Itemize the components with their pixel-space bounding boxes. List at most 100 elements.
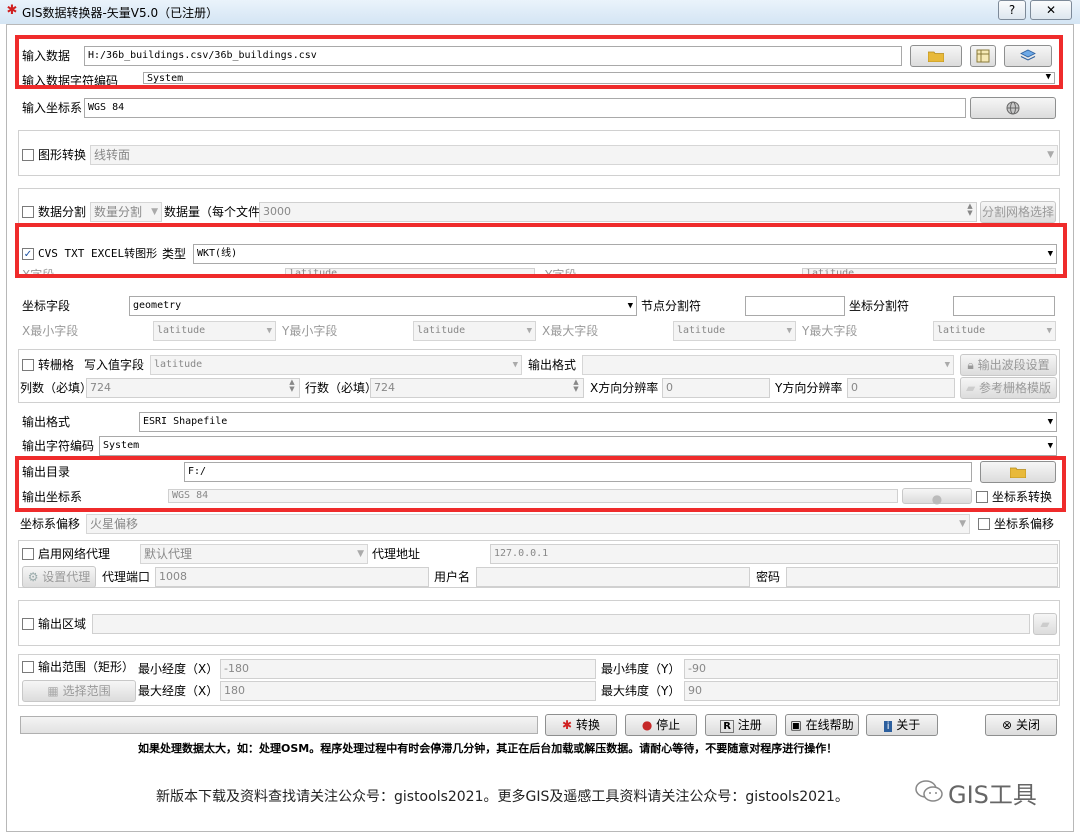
node-sep-label: 节点分割符 — [641, 299, 702, 313]
xmin-value: latitude — [157, 325, 206, 336]
region-checkbox[interactable] — [22, 618, 34, 630]
proxy-password-label: 密码 — [756, 570, 781, 584]
proxy-mode-select[interactable]: 默认代理 ▼ — [140, 544, 368, 564]
offset-checkbox[interactable] — [978, 518, 990, 530]
min-lon-field[interactable]: -180 — [220, 659, 596, 679]
raster-checkbox[interactable] — [22, 359, 34, 371]
split-count-field[interactable]: 3000 — [259, 202, 977, 222]
split-mode-select[interactable]: 数量分割 ▼ — [90, 202, 162, 222]
proxy-settings-button[interactable]: ⚙ 设置代理 — [22, 566, 96, 588]
online-help-button[interactable]: ▣ 在线帮助 — [785, 714, 859, 736]
extent-checkbox[interactable] — [22, 661, 34, 673]
max-lon-field[interactable]: 180 — [220, 681, 596, 701]
raster-label: 转栅格 — [38, 358, 75, 372]
max-lat-label: 最大纬度（Y） — [601, 684, 681, 698]
convert-button[interactable]: ✱ 转换 — [545, 714, 617, 736]
offset-label: 坐标系偏移 — [20, 517, 81, 531]
output-encoding-label: 输出字符编码 — [22, 439, 95, 453]
write-field-select[interactable]: latitude ▼ — [150, 355, 522, 375]
proxy-user-field[interactable] — [476, 567, 750, 587]
offset-value: 火星偏移 — [90, 517, 139, 531]
split-checkbox[interactable] — [22, 206, 34, 218]
coord-field-select[interactable]: geometry ▼ — [129, 296, 637, 316]
chevron-down-icon: ▼ — [151, 207, 158, 217]
xmax-select[interactable]: latitude ▼ — [673, 321, 796, 341]
ref-raster-button[interactable]: ▰ 参考栅格模版 — [960, 377, 1057, 399]
register-icon: R — [720, 720, 734, 733]
register-button[interactable]: R 注册 — [705, 714, 777, 736]
proxy-port-field[interactable]: 1008 — [155, 567, 429, 587]
input-crs-field[interactable]: WGS 84 — [84, 98, 966, 118]
convert-icon: ✱ — [562, 718, 573, 732]
footer-text: 新版本下载及资料查找请关注公众号：gistools2021。更多GIS及遥感工具… — [156, 789, 849, 805]
close-button[interactable]: ⊗ 关闭 — [985, 714, 1057, 736]
info-icon: i — [883, 721, 893, 732]
cols-field[interactable]: 724 — [86, 378, 300, 398]
chevron-down-icon: ▼ — [959, 519, 966, 529]
chevron-down-icon: ▼ — [1047, 441, 1053, 451]
raster-format-select[interactable]: ▼ — [582, 355, 954, 375]
highlight-output-box — [15, 456, 1066, 512]
help-window-button[interactable]: ? — [998, 0, 1026, 20]
chevron-down-icon: ▼ — [627, 301, 633, 311]
proxy-user-label: 用户名 — [434, 570, 471, 584]
cols-spinner[interactable]: ▲ ▼ — [287, 379, 297, 393]
max-lon-label: 最大经度（X） — [138, 684, 219, 698]
split-count-spinner[interactable]: ▲ ▼ — [965, 203, 975, 217]
proxy-checkbox[interactable] — [22, 548, 34, 560]
ymax-select[interactable]: latitude ▼ — [933, 321, 1056, 341]
rows-spinner[interactable]: ▲ ▼ — [571, 379, 581, 393]
shape-convert-checkbox[interactable] — [22, 149, 34, 161]
stop-label: 停止 — [656, 718, 681, 732]
proxy-address-field[interactable]: 127.0.0.1 — [490, 544, 1058, 564]
shape-convert-value: 线转面 — [94, 148, 131, 162]
coord-sep-field[interactable] — [953, 296, 1055, 316]
chevron-down-icon: ▼ — [526, 326, 532, 336]
cols-label: 列数（必填） — [20, 381, 93, 395]
chevron-down-icon: ▼ — [512, 360, 518, 370]
band-settings-button[interactable]: 🔒︎ 输出波段设置 — [960, 354, 1057, 376]
xmin-select[interactable]: latitude ▼ — [153, 321, 276, 341]
select-input-crs-button[interactable] — [970, 97, 1056, 119]
extent-label: 输出范围（矩形） — [38, 660, 135, 674]
max-lat-field[interactable]: 90 — [684, 681, 1058, 701]
ymin-select[interactable]: latitude ▼ — [413, 321, 536, 341]
xres-field[interactable]: 0 — [662, 378, 770, 398]
about-label: 关于 — [896, 718, 921, 732]
offset-select[interactable]: 火星偏移 ▼ — [86, 514, 970, 534]
region-field[interactable] — [92, 614, 1030, 634]
min-lat-label: 最小纬度（Y） — [601, 662, 681, 676]
region-browse-button[interactable]: ▰ — [1033, 613, 1057, 635]
about-button[interactable]: i 关于 — [866, 714, 938, 736]
stop-button[interactable]: ● 停止 — [625, 714, 697, 736]
lock-icon: 🔒︎ — [967, 358, 974, 372]
convert-label: 转换 — [575, 718, 600, 732]
xmax-label: X最大字段 — [542, 324, 599, 338]
network-icon: ⚙ — [27, 570, 39, 584]
close-window-button[interactable]: ✕ — [1030, 0, 1072, 20]
shape-convert-select[interactable]: 线转面 ▼ — [90, 145, 1058, 165]
yres-field[interactable]: 0 — [847, 378, 955, 398]
split-mode-value: 数量分割 — [94, 205, 143, 219]
output-format-select[interactable]: ESRI Shapefile ▼ — [139, 412, 1057, 432]
node-sep-field[interactable] — [745, 296, 845, 316]
online-help-label: 在线帮助 — [805, 718, 854, 732]
notice-text: 如果处理数据太大，如：处理OSM。程序处理过程中有时会停滞几分钟，其正在后台加载… — [138, 742, 838, 755]
min-lat-field[interactable]: -90 — [684, 659, 1058, 679]
select-area-icon: ▦ — [47, 684, 59, 698]
xres-label: X方向分辨率 — [590, 381, 659, 395]
coord-field-value: geometry — [133, 300, 182, 311]
proxy-password-field[interactable] — [786, 567, 1058, 587]
ymax-label: Y最大字段 — [802, 324, 858, 338]
close-label: 关闭 — [1015, 718, 1040, 732]
wechat-icon — [914, 778, 944, 804]
split-grid-button[interactable]: 分割网格选择 — [980, 201, 1056, 223]
coord-sep-label: 坐标分割符 — [849, 299, 910, 313]
output-encoding-select[interactable]: System ▼ — [99, 436, 1057, 456]
output-format-value: ESRI Shapefile — [143, 416, 228, 427]
write-field-value: latitude — [154, 359, 203, 370]
highlight-input-box — [15, 35, 1063, 89]
coord-field-label: 坐标字段 — [22, 299, 71, 313]
select-extent-button[interactable]: ▦ 选择范围 — [22, 680, 136, 702]
rows-field[interactable]: 724 — [370, 378, 584, 398]
